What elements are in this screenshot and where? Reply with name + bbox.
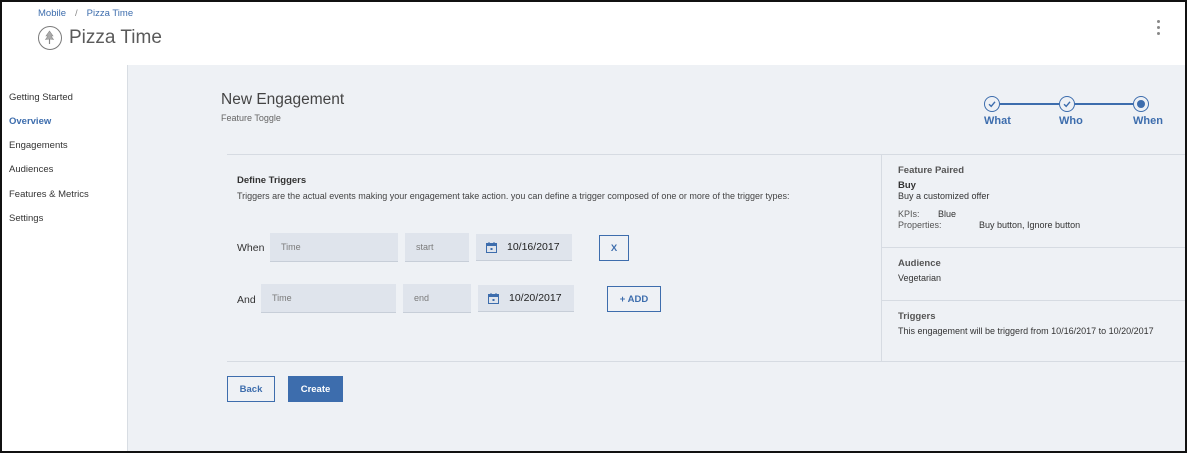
- properties-key: Properties:: [898, 220, 942, 230]
- feature-name: Buy: [898, 180, 916, 191]
- step-label-when[interactable]: When: [1133, 115, 1163, 127]
- sidebar: Getting Started Overview Engagements Aud…: [0, 65, 128, 453]
- trigger-date-value: 10/16/2017: [507, 241, 560, 253]
- breadcrumb-separator: /: [75, 8, 78, 19]
- trigger-position-input[interactable]: [403, 284, 471, 313]
- step-label-who[interactable]: Who: [1059, 115, 1083, 127]
- step-who-check-icon[interactable]: [1059, 96, 1075, 112]
- kpis-key: KPIs:: [898, 209, 920, 219]
- stepper-connector: [1000, 103, 1059, 105]
- add-trigger-button[interactable]: + ADD: [607, 286, 661, 312]
- step-label-what[interactable]: What: [984, 115, 1011, 127]
- summary-section-divider: [882, 247, 1187, 248]
- sidebar-item-overview[interactable]: Overview: [9, 116, 51, 127]
- create-button[interactable]: Create: [288, 376, 343, 402]
- main-content: New Engagement Feature Toggle What Who W…: [128, 65, 1187, 453]
- section-divider: [227, 154, 1187, 155]
- sidebar-item-features-metrics[interactable]: Features & Metrics: [9, 189, 89, 200]
- section-divider: [227, 361, 1187, 362]
- trigger-position-input[interactable]: [405, 233, 469, 262]
- step-what-check-icon[interactable]: [984, 96, 1000, 112]
- sidebar-item-settings[interactable]: Settings: [9, 213, 43, 224]
- trigger-type-input[interactable]: [261, 284, 396, 313]
- calendar-icon: [488, 293, 499, 304]
- trigger-row-label-and: And: [237, 294, 256, 306]
- progress-stepper: What Who When: [983, 93, 1178, 133]
- trigger-date-field[interactable]: 10/20/2017: [478, 285, 574, 312]
- summary-section-divider: [882, 300, 1187, 301]
- breadcrumb: Mobile / Pizza Time: [38, 8, 133, 19]
- feature-paired-title: Feature Paired: [898, 165, 964, 176]
- trigger-type-input[interactable]: [270, 233, 398, 262]
- remove-trigger-button[interactable]: X: [599, 235, 629, 261]
- step-when-current-icon[interactable]: [1133, 96, 1149, 112]
- audience-title: Audience: [898, 258, 941, 269]
- breadcrumb-current[interactable]: Pizza Time: [87, 8, 133, 19]
- page-subtitle: Feature Toggle: [221, 113, 281, 123]
- app-title: Pizza Time: [69, 27, 162, 48]
- breadcrumb-parent[interactable]: Mobile: [38, 8, 66, 19]
- trigger-date-value: 10/20/2017: [509, 292, 562, 304]
- define-triggers-description: Triggers are the actual events making yo…: [237, 191, 790, 201]
- kpis-value: Blue: [938, 209, 957, 219]
- define-triggers-title: Define Triggers: [237, 175, 307, 186]
- page-header: Mobile / Pizza Time Pizza Time: [0, 0, 1187, 65]
- sidebar-item-audiences[interactable]: Audiences: [9, 164, 53, 175]
- trigger-row-label-when: When: [237, 242, 265, 254]
- kebab-menu-icon[interactable]: [1152, 20, 1164, 38]
- feature-description: Buy a customized offer: [898, 191, 990, 201]
- sidebar-item-getting-started[interactable]: Getting Started: [9, 92, 73, 103]
- sidebar-item-engagements[interactable]: Engagements: [9, 140, 68, 151]
- audience-value: Vegetarian: [898, 273, 942, 283]
- triggers-summary-value: This engagement will be triggerd from 10…: [898, 326, 1154, 336]
- tree-logo-icon: [38, 26, 62, 50]
- stepper-connector: [1075, 103, 1133, 105]
- summary-divider: [881, 154, 882, 361]
- triggers-summary-title: Triggers: [898, 311, 936, 322]
- page-title: New Engagement: [221, 91, 345, 108]
- calendar-icon: [486, 242, 497, 253]
- back-button[interactable]: Back: [227, 376, 275, 402]
- properties-value: Buy button, Ignore button: [979, 220, 1081, 230]
- trigger-date-field[interactable]: 10/16/2017: [476, 234, 572, 261]
